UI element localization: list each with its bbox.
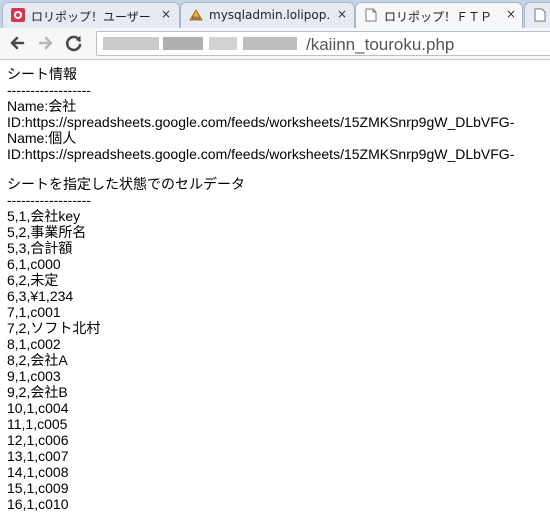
back-arrow-icon[interactable]	[6, 32, 28, 54]
cell-data-row: 6,2,未定	[7, 272, 59, 288]
forward-arrow-icon[interactable]	[35, 32, 57, 54]
separator: ------------------	[7, 192, 91, 208]
cell-data-row: 12,1,c006	[7, 432, 69, 448]
document-icon	[534, 8, 546, 22]
url-path: /kaiinn_touroku.php	[306, 35, 455, 54]
document-icon	[365, 8, 377, 22]
close-tab-icon[interactable]: ×	[161, 7, 171, 21]
cell-data-row: 9,1,c003	[7, 368, 61, 384]
cell-data-row: 13,1,c007	[7, 448, 69, 464]
tab-strip: ロリポップ！ユーザー × PMA mysqladmin.lolipop. × ロ…	[0, 0, 550, 28]
lolipop-favicon-icon	[11, 8, 25, 22]
cell-data-row: 14,1,c008	[7, 464, 69, 480]
blurred-url-segment	[163, 37, 203, 50]
cell-data-row: 8,2,会社A	[7, 352, 68, 368]
blurred-url-segment	[209, 37, 237, 50]
cell-data-heading: シートを指定した状態でのセルデータ	[7, 176, 245, 192]
sheet-name: Name:個人	[7, 130, 77, 146]
tab-lolipop-ftp[interactable]: ロリポップ！ＦＴＰ ×	[355, 2, 523, 28]
separator: ------------------	[7, 82, 91, 98]
cell-data-row: 11,1,c005	[7, 416, 68, 432]
cell-data-row: 9,2,会社B	[7, 384, 68, 400]
cell-data-row: 6,3,¥1,234	[7, 288, 74, 304]
close-tab-icon[interactable]: ×	[337, 7, 347, 21]
cell-data-row: 5,3,合計額	[7, 240, 73, 256]
sheet-id: ID:https://spreadsheets.google.com/feeds…	[7, 114, 515, 130]
close-tab-icon[interactable]: ×	[506, 7, 516, 21]
sheet-info-heading: シート情報	[7, 66, 77, 82]
sheet-name: Name:会社	[7, 98, 77, 114]
reload-icon[interactable]	[63, 32, 85, 54]
phpmyadmin-favicon-icon: PMA	[189, 9, 203, 21]
tab-partial[interactable]	[524, 2, 550, 28]
svg-text:PMA: PMA	[192, 16, 201, 21]
tab-mysqladmin[interactable]: PMA mysqladmin.lolipop. ×	[180, 2, 355, 28]
cell-data-row: 5,2,事業所名	[7, 224, 87, 240]
blurred-url-segment	[103, 37, 159, 50]
blurred-url-segment	[243, 37, 297, 50]
page-content: シート情報 ------------------ Name:会社 ID:http…	[7, 66, 550, 518]
cell-data-row: 5,1,会社key	[7, 208, 81, 224]
tab-title: mysqladmin.lolipop.	[209, 8, 331, 22]
tab-title: ロリポップ！ユーザー	[31, 10, 151, 24]
cell-data-row: 15,1,c009	[7, 480, 69, 496]
cell-data-row: 8,1,c002	[7, 336, 61, 352]
cell-data-row: 7,1,c001	[7, 304, 61, 320]
address-bar[interactable]: /kaiinn_touroku.php	[96, 31, 550, 56]
sheet-id: ID:https://spreadsheets.google.com/feeds…	[7, 146, 515, 162]
tab-lolipop-user[interactable]: ロリポップ！ユーザー ×	[2, 2, 180, 28]
cell-data-row: 7,2,ソフト北村	[7, 320, 101, 336]
tab-title: ロリポップ！ＦＴＰ	[384, 10, 493, 24]
cell-data-row: 10,1,c004	[7, 400, 69, 416]
cell-data-list: 5,1,会社key 5,2,事業所名 5,3,合計額 6,1,c000 6,2,未定 6,…	[7, 208, 550, 512]
cell-data-row: 6,1,c000	[7, 256, 61, 272]
cell-data-row: 16,1,c010	[7, 496, 69, 512]
browser-toolbar: /kaiinn_touroku.php	[0, 28, 550, 60]
